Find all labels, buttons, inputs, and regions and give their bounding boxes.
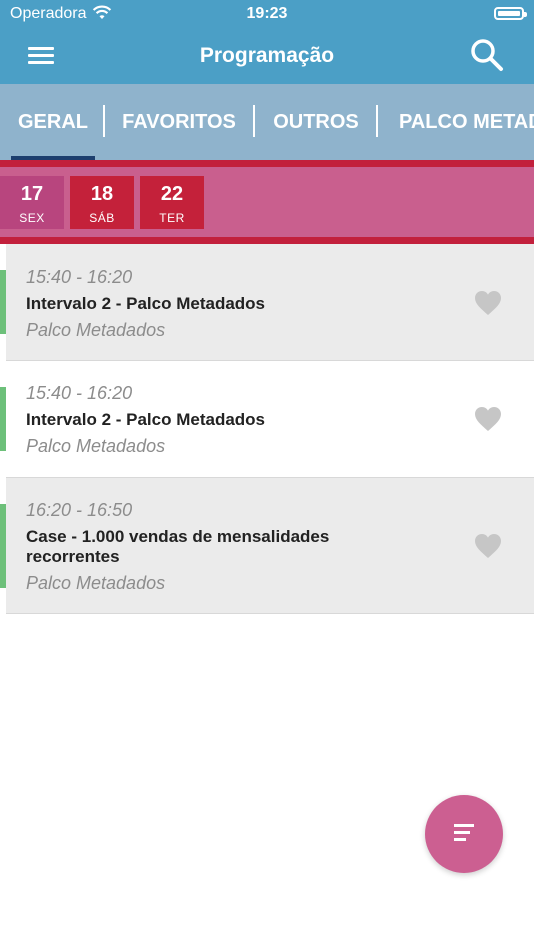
- session-item[interactable]: 15:40 - 16:20 Intervalo 2 - Palco Metada…: [0, 361, 534, 478]
- search-icon[interactable]: [470, 38, 504, 72]
- tab-divider: [103, 105, 105, 137]
- session-time: 16:20 - 16:50: [26, 500, 133, 520]
- session-time: 15:40 - 16:20: [26, 267, 133, 287]
- favorite-heart-icon[interactable]: [474, 533, 502, 559]
- status-bar: Operadora 19:23: [0, 0, 534, 30]
- session-time: 15:40 - 16:20: [26, 383, 133, 403]
- tab-divider: [253, 105, 255, 137]
- category-tabs: GERAL FAVORITOS OUTROS PALCO METADADOS: [0, 84, 534, 160]
- favorite-heart-icon[interactable]: [474, 406, 502, 432]
- session-venue: Palco Metadados: [26, 436, 166, 456]
- filter-icon: [454, 824, 474, 841]
- session-title: Intervalo 2 - Palco Metadados: [26, 294, 266, 313]
- date-day: 17: [20, 183, 44, 205]
- date-day: 18: [90, 183, 114, 205]
- session-color-bar: [0, 387, 6, 451]
- date-item-17[interactable]: 17 SEX: [0, 176, 64, 229]
- tab-geral[interactable]: GERAL: [11, 84, 95, 160]
- status-time: 19:23: [246, 5, 288, 22]
- date-item-18[interactable]: 18 SÁB: [70, 176, 134, 229]
- session-title: Intervalo 2 - Palco Metadados: [26, 410, 266, 429]
- date-selector: 17 SEX 18 SÁB 22 TER: [0, 160, 534, 244]
- date-weekday: SEX: [19, 211, 45, 225]
- session-item[interactable]: 15:40 - 16:20 Intervalo 2 - Palco Metada…: [0, 244, 534, 361]
- date-weekday: SÁB: [89, 211, 115, 225]
- tab-palco-metadados[interactable]: PALCO METADADOS: [383, 84, 534, 160]
- session-title: Case - 1.000 vendas de mensalidades reco…: [26, 527, 330, 566]
- nav-bar: Programação: [0, 30, 534, 84]
- session-item[interactable]: 16:20 - 16:50 Case - 1.000 vendas de men…: [0, 478, 534, 614]
- session-color-bar: [0, 504, 6, 588]
- date-weekday: TER: [159, 211, 185, 225]
- session-venue: Palco Metadados: [26, 573, 166, 593]
- date-item-22[interactable]: 22 TER: [140, 176, 204, 229]
- filter-fab-button[interactable]: [425, 795, 503, 873]
- page-title: Programação: [199, 44, 335, 67]
- tab-outros[interactable]: OUTROS: [260, 84, 372, 160]
- date-day: 22: [160, 183, 184, 205]
- session-venue: Palco Metadados: [26, 320, 166, 340]
- favorite-heart-icon[interactable]: [474, 290, 502, 316]
- session-color-bar: [0, 270, 6, 334]
- tab-divider: [376, 105, 378, 137]
- tab-favoritos[interactable]: FAVORITOS: [110, 84, 248, 160]
- battery-icon: [494, 7, 527, 20]
